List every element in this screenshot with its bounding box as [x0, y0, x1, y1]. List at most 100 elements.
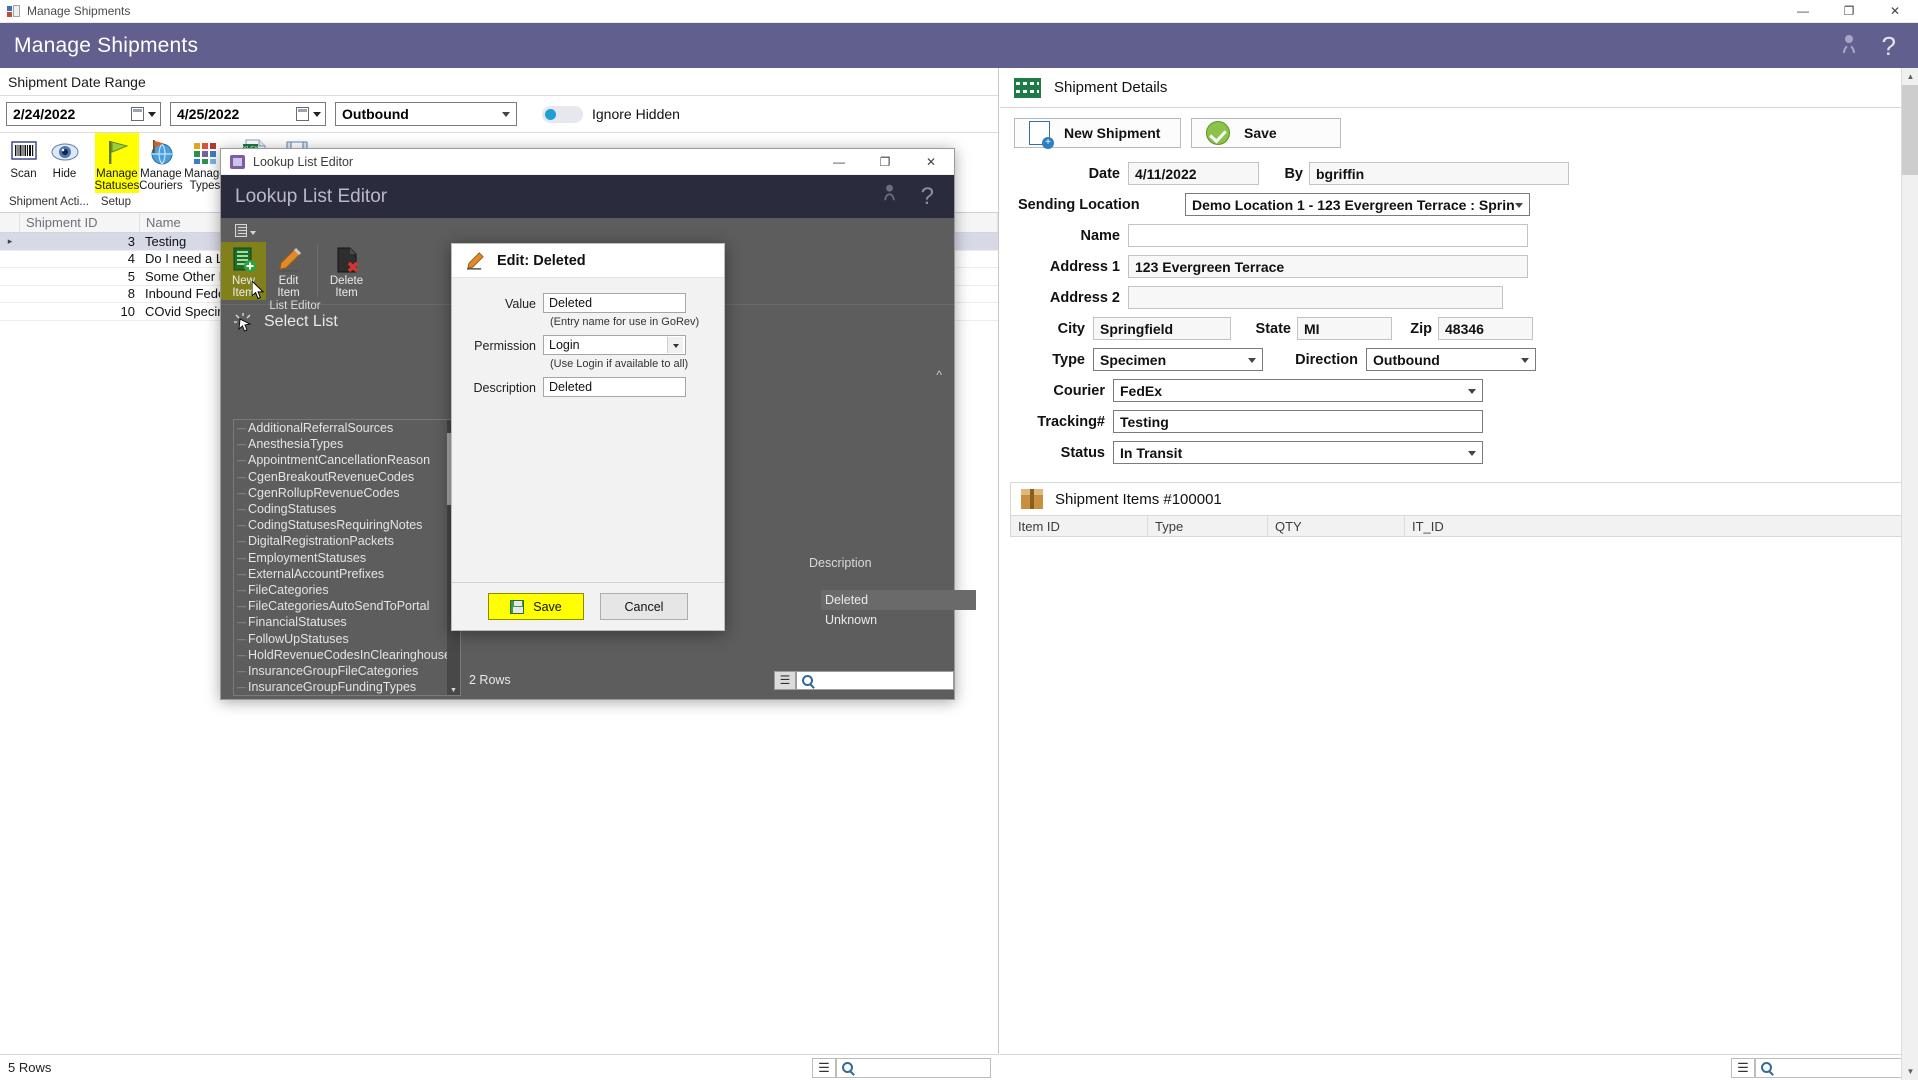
detail-header-description[interactable]: Description: [809, 554, 872, 572]
list-item[interactable]: FinancialStatuses: [234, 614, 460, 630]
items-header-qty[interactable]: QTY: [1268, 516, 1405, 536]
scrollbar-thumb[interactable]: [1902, 85, 1918, 175]
chevron-down-icon[interactable]: [1521, 358, 1529, 363]
address2-field[interactable]: [1128, 286, 1503, 309]
lookup-detail-rows: Deleted Unknown: [821, 590, 976, 630]
list-item[interactable]: CodingStatuses: [234, 501, 460, 517]
person-key-icon[interactable]: [880, 183, 899, 211]
courier-select[interactable]: FedEx: [1113, 379, 1483, 402]
edit-dialog-title: Edit: Deleted: [497, 252, 586, 269]
table-row[interactable]: Deleted: [821, 590, 976, 610]
description-input[interactable]: Deleted: [543, 377, 686, 397]
city-field[interactable]: Springfield: [1093, 317, 1231, 340]
name-field[interactable]: [1128, 224, 1528, 247]
list-menu-icon[interactable]: ☰: [774, 670, 796, 690]
date-field[interactable]: 4/11/2022: [1128, 162, 1259, 185]
chevron-down-icon[interactable]: [1468, 389, 1476, 394]
cancel-button[interactable]: Cancel: [600, 593, 688, 620]
list-item[interactable]: InsuranceGroupFileCategories: [234, 663, 460, 679]
chevron-down-icon[interactable]: [313, 112, 321, 117]
direction-label: Direction: [1295, 351, 1358, 368]
list-menu-icon[interactable]: ☰: [812, 1057, 836, 1078]
search-input[interactable]: [796, 670, 954, 690]
chevron-down-icon[interactable]: [667, 337, 683, 353]
delete-item-button[interactable]: Delete Item: [324, 242, 369, 300]
sending-location-value: Demo Location 1 - 123 Evergreen Terrace …: [1192, 196, 1515, 213]
direction-select[interactable]: Outbound: [1366, 348, 1536, 371]
list-item[interactable]: HoldRevenueCodesInClearinghouse: [234, 647, 460, 663]
header-actions: ?: [1838, 33, 1896, 59]
list-item[interactable]: AppointmentCancellationReason: [234, 452, 460, 468]
zip-field[interactable]: 48346: [1438, 317, 1533, 340]
type-select[interactable]: Specimen: [1093, 348, 1263, 371]
state-field[interactable]: MI: [1297, 317, 1392, 340]
end-date-input[interactable]: 4/25/2022: [170, 102, 326, 126]
shipment-details-header: Shipment Details: [1000, 68, 1918, 108]
hide-button[interactable]: Hide: [44, 133, 85, 193]
maximize-button[interactable]: ❐: [1826, 0, 1872, 23]
status-select[interactable]: In Transit: [1113, 441, 1483, 464]
value-input[interactable]: Deleted: [543, 293, 686, 313]
by-field[interactable]: bgriffin: [1309, 162, 1569, 185]
edit-item-button[interactable]: Edit Item: [266, 242, 311, 300]
list-item[interactable]: FileCategoriesAutoSendToPortal: [234, 598, 460, 614]
chevron-down-icon[interactable]: [1515, 203, 1523, 208]
lle-minimize-button[interactable]: —: [816, 149, 862, 175]
list-item[interactable]: InsuranceGroupFundingTypes: [234, 679, 460, 695]
address1-field[interactable]: 123 Evergreen Terrace: [1128, 255, 1528, 278]
list-item[interactable]: CgenBreakoutRevenueCodes: [234, 469, 460, 485]
items-header-item-id[interactable]: Item ID: [1011, 516, 1148, 536]
help-icon[interactable]: ?: [1882, 33, 1896, 59]
list-item[interactable]: FollowUpStatuses: [234, 630, 460, 646]
list-item[interactable]: AnesthesiaTypes: [234, 436, 460, 452]
list-item[interactable]: AdditionalReferralSources: [234, 420, 460, 436]
list-item[interactable]: FileCategories: [234, 582, 460, 598]
list-item[interactable]: CodingStatusesRequiringNotes: [234, 517, 460, 533]
collapse-panel-icon[interactable]: ^: [936, 368, 942, 382]
new-shipment-button[interactable]: New Shipment: [1014, 118, 1181, 149]
chevron-down-icon[interactable]: [250, 230, 256, 235]
close-button[interactable]: ✕: [1872, 0, 1918, 23]
manage-couriers-button[interactable]: Manage Couriers: [139, 133, 183, 193]
list-menu-icon[interactable]: ☰: [1731, 1057, 1755, 1078]
scan-button[interactable]: Scan: [3, 133, 44, 193]
chevron-down-icon[interactable]: [502, 112, 510, 117]
list-item[interactable]: EmploymentStatuses: [234, 550, 460, 566]
save-button[interactable]: Save: [488, 593, 584, 620]
page-scrollbar[interactable]: ▲ ▼: [1901, 68, 1918, 1080]
help-icon[interactable]: ?: [921, 183, 934, 211]
chevron-down-icon[interactable]: [148, 112, 156, 117]
date-label: Date: [1088, 165, 1120, 182]
chevron-down-icon[interactable]: [1248, 358, 1256, 363]
direction-select[interactable]: Outbound: [335, 102, 517, 126]
scroll-down-icon[interactable]: ▼: [1902, 1063, 1918, 1080]
start-date-input[interactable]: 2/24/2022: [6, 102, 161, 126]
mouse-pointer-icon: [251, 279, 265, 300]
items-header-type[interactable]: Type: [1148, 516, 1268, 536]
list-item[interactable]: InsuranceGroupPaymentMethods: [234, 695, 460, 696]
permission-select[interactable]: Login: [543, 335, 686, 355]
table-row[interactable]: Unknown: [821, 610, 976, 630]
shipment-box-icon: [1014, 77, 1041, 98]
list-item[interactable]: CgenRollupRevenueCodes: [234, 485, 460, 501]
search-input[interactable]: [1755, 1057, 1910, 1078]
list-item[interactable]: ExternalAccountPrefixes: [234, 566, 460, 582]
list-item[interactable]: DigitalRegistrationPackets: [234, 533, 460, 549]
list-dropdown-icon[interactable]: [235, 223, 247, 237]
search-input[interactable]: [836, 1057, 991, 1078]
scroll-down-icon[interactable]: ▼: [447, 684, 460, 695]
lle-close-button[interactable]: ✕: [908, 149, 954, 175]
items-header-it-id[interactable]: IT_ID: [1405, 516, 1907, 536]
tracking-field[interactable]: Testing: [1113, 410, 1483, 433]
minimize-button[interactable]: —: [1780, 0, 1826, 23]
save-shipment-button[interactable]: Save: [1191, 118, 1341, 148]
sending-location-select[interactable]: Demo Location 1 - 123 Evergreen Terrace …: [1185, 193, 1530, 216]
grid-header-shipment-id[interactable]: Shipment ID: [20, 213, 140, 232]
ignore-hidden-toggle[interactable]: [542, 105, 583, 123]
chevron-down-icon[interactable]: [1468, 451, 1476, 456]
person-key-icon[interactable]: [1838, 33, 1860, 59]
manage-statuses-button[interactable]: Manage Statuses: [95, 133, 139, 193]
lookup-lists-tree[interactable]: AdditionalReferralSources AnesthesiaType…: [233, 419, 461, 696]
scroll-up-icon[interactable]: ▲: [1902, 68, 1918, 85]
lle-maximize-button[interactable]: ❐: [862, 149, 908, 175]
